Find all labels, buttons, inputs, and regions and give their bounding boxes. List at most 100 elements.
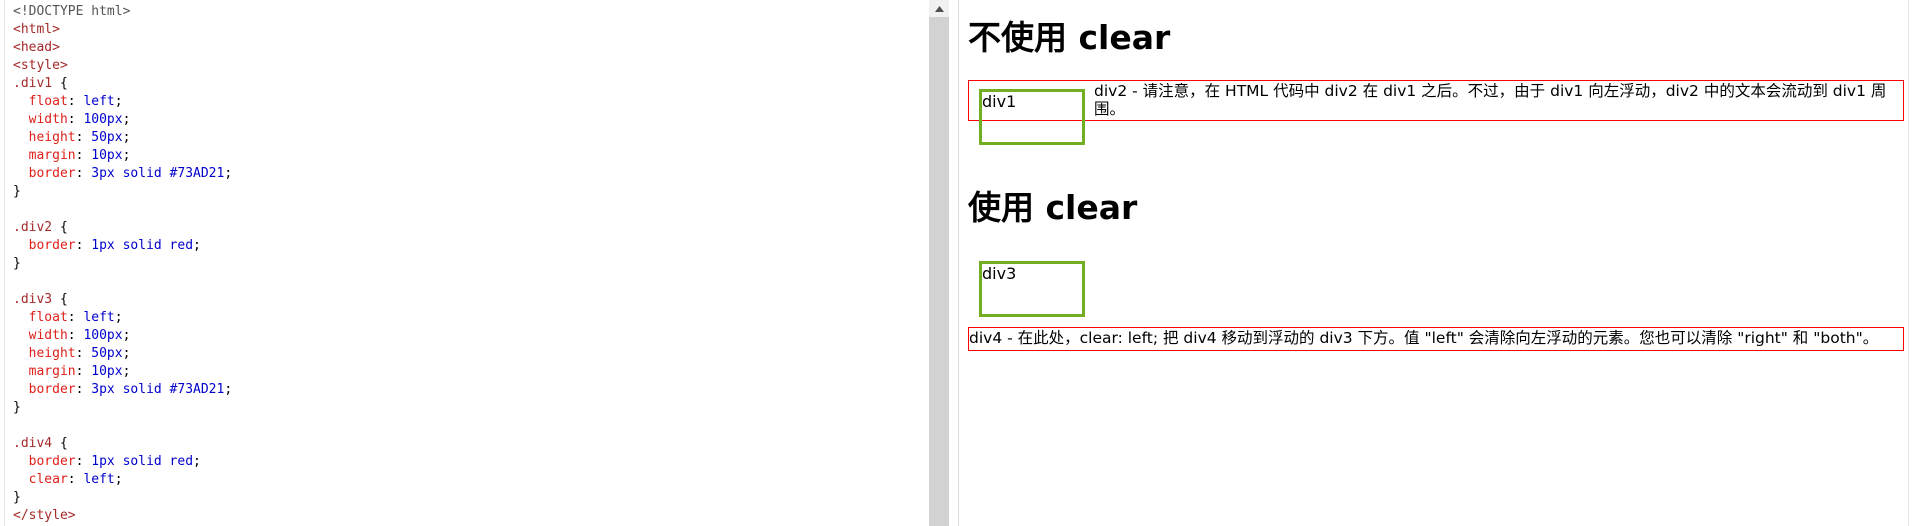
code-token: <!DOCTYPE html> [13,4,131,19]
code-token: ; [224,166,233,181]
code-token: <head> [13,40,60,55]
div1-label: div1 [982,92,1017,111]
code-line[interactable]: } [13,183,232,201]
code-line[interactable]: border: 3px solid #73AD21; [13,165,233,183]
code-line[interactable]: } [13,399,232,417]
code-token: : [75,238,92,253]
preview-right-edge [1908,0,1909,526]
code-token: <style> [13,58,68,73]
code-line[interactable] [13,417,232,435]
code-token: ; [193,454,201,469]
code-token: left [83,310,115,325]
code-token: : [67,112,84,127]
code-token: : [75,130,92,145]
code-token: margin [28,364,76,379]
code-line[interactable]: margin: 10px; [13,147,232,165]
code-token: width [28,328,68,343]
code-line[interactable]: } [13,489,232,507]
code-token: border [28,382,76,397]
code-line[interactable]: clear: left; [13,471,232,489]
code-line[interactable]: border: 1px solid red; [13,453,232,471]
pane-splitter[interactable] [949,0,959,526]
code-token: : [67,472,84,487]
code-line[interactable]: float: left; [13,309,232,327]
code-token: ; [122,112,131,127]
code-content[interactable]: <!DOCTYPE html> <html> <head> <style> .div1 … [13,3,232,525]
code-token: border [28,454,76,469]
code-token: 10px [91,148,123,163]
code-token: left [83,472,115,487]
code-token: : [75,346,92,361]
code-line[interactable]: } [13,255,232,273]
code-token: ; [224,382,233,397]
code-token: height [28,130,76,145]
vertical-scrollbar[interactable] [929,0,949,526]
code-line[interactable]: .div1 { [13,75,232,93]
code-line[interactable]: width: 100px; [13,327,232,345]
code-line[interactable]: border: 1px solid red; [13,237,232,255]
code-line[interactable] [13,201,232,219]
code-line[interactable]: <html> [13,21,232,39]
code-token: border [28,166,76,181]
code-token: 50px [91,130,123,145]
triangle-up-icon [934,5,944,12]
code-editor[interactable]: <!DOCTYPE html> <html> <head> <style> .div1 … [0,0,929,526]
code-line[interactable]: </style> [13,507,232,525]
code-token: 50px [91,346,123,361]
code-token: width [28,112,68,127]
code-token: 1px solid red [91,238,194,253]
code-line[interactable]: width: 100px; [13,111,232,129]
div1-float-box: div1 [979,89,1085,145]
code-token: : [75,148,92,163]
code-token: } [13,184,21,199]
code-token: ; [114,310,123,325]
code-token: 100px [83,328,123,343]
code-line[interactable]: float: left; [13,93,232,111]
code-token: ; [122,328,131,343]
code-token: left [83,94,115,109]
code-line[interactable]: border: 3px solid #73AD21; [13,381,233,399]
code-line[interactable]: .div3 { [13,291,232,309]
code-line[interactable] [13,273,232,291]
code-token: : [75,382,92,397]
code-line[interactable]: .div4 { [13,435,232,453]
code-token: ; [122,130,131,145]
code-token: margin [28,148,76,163]
code-token: } [13,400,21,415]
code-line[interactable]: <!DOCTYPE html> [13,3,232,21]
code-token: } [13,256,21,271]
code-line[interactable]: <style> [13,57,232,75]
code-token: : [67,310,84,325]
code-token: } [13,490,21,505]
code-line[interactable]: .div2 { [13,219,232,237]
result-preview: 不使用 clear div1 div2 - 请注意，在 HTML 代码中 div… [959,0,1909,526]
code-line[interactable]: <head> [13,39,232,57]
code-token: <html> [13,22,60,37]
code-token: { [52,292,68,307]
code-token: : [67,328,84,343]
code-token: : [75,166,92,181]
code-token: { [52,220,68,235]
code-token: { [52,76,68,91]
code-token: { [52,436,68,451]
code-line[interactable]: margin: 10px; [13,363,232,381]
heading-without-clear: 不使用 clear [968,18,1171,57]
div3-float-box: div3 [979,261,1085,317]
code-token: float [28,94,68,109]
code-token: : [67,94,84,109]
scroll-up-button[interactable] [929,0,949,17]
code-line[interactable]: height: 50px; [13,345,232,363]
code-token: 1px solid red [91,454,194,469]
code-line[interactable]: height: 50px; [13,129,232,147]
code-token: float [28,310,68,325]
